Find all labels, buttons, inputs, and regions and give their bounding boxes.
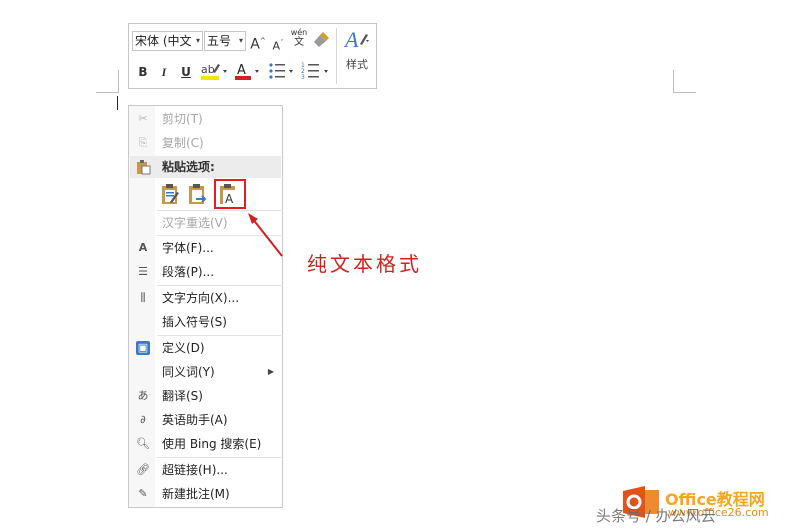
font-color-button[interactable]: A bbox=[233, 60, 263, 80]
svg-text:3: 3 bbox=[301, 74, 305, 81]
mini-toolbar: 宋体 (中文 ▾ 五号 ▾ A^ Aˇ wén 文 A 样式 B I U ab … bbox=[128, 23, 377, 89]
italic-button[interactable]: I bbox=[155, 62, 173, 82]
font-color-icon: A bbox=[235, 63, 259, 80]
paste-options-header: 粘贴选项: bbox=[130, 156, 281, 178]
menu-item-english-assistant[interactable]: ∂ 英语助手(A) bbox=[129, 409, 282, 431]
context-menu: ✂ 剪切(T) ⎘ 复制(C) 粘贴选项: A 汉字重选(V) A 字体(F).… bbox=[128, 105, 283, 508]
highlighter-icon: ab bbox=[201, 63, 227, 80]
styles-button[interactable]: A 样式 bbox=[339, 26, 375, 82]
font-size-value: 五号 bbox=[207, 34, 232, 48]
submenu-arrow-icon: ▶ bbox=[267, 367, 274, 376]
paste-keep-formatting-button[interactable] bbox=[160, 182, 182, 206]
scissors-icon: ✂ bbox=[138, 112, 148, 125]
copy-icon: ⎘ bbox=[138, 136, 148, 149]
svg-text:ab: ab bbox=[201, 63, 215, 76]
watermark-overlay: 头条号 / 办公风云 bbox=[596, 507, 716, 525]
menu-item-define[interactable]: ▣ 定义(D) bbox=[129, 337, 282, 359]
paste-merge-icon bbox=[189, 184, 207, 204]
styles-icon: A bbox=[343, 27, 369, 52]
bullet-list-icon bbox=[269, 63, 293, 79]
paintbrush-icon bbox=[314, 32, 329, 47]
menu-separator bbox=[157, 457, 281, 458]
menu-item-insert-symbol[interactable]: 插入符号(S) bbox=[129, 311, 282, 333]
underline-button[interactable]: U bbox=[177, 62, 195, 82]
font-size-combobox[interactable]: 五号 ▾ bbox=[204, 31, 246, 51]
bold-button[interactable]: B bbox=[134, 62, 152, 82]
page-corner-top-left bbox=[96, 70, 119, 93]
menu-item-paragraph[interactable]: ☰ 段落(P)... bbox=[129, 261, 282, 283]
english-assistant-icon: ∂ bbox=[140, 413, 146, 426]
clipboard-icon bbox=[135, 159, 151, 175]
styles-label: 样式 bbox=[346, 58, 368, 71]
svg-text:A: A bbox=[237, 63, 246, 78]
hyperlink-icon: 🔗︎ bbox=[136, 463, 150, 476]
menu-item-bing-search[interactable]: 🔍︎ 使用 Bing 搜索(E) bbox=[129, 433, 282, 455]
annotation-arrow bbox=[248, 213, 283, 257]
toolbar-divider bbox=[336, 28, 337, 84]
paste-keep-source-icon bbox=[162, 184, 179, 204]
highlight-box bbox=[214, 179, 246, 209]
search-icon: 🔍︎ bbox=[136, 437, 150, 450]
font-name-value: 宋体 (中文 bbox=[135, 34, 192, 48]
menu-separator bbox=[157, 335, 281, 336]
menu-item-new-comment[interactable]: ✎ 新建批注(M) bbox=[129, 483, 282, 505]
grow-font-button[interactable]: A^ bbox=[249, 31, 267, 53]
text-direction-icon: ⫼ bbox=[140, 291, 146, 304]
chevron-down-icon: ▾ bbox=[238, 36, 243, 45]
define-book-icon: ▣ bbox=[136, 341, 150, 355]
text-cursor bbox=[117, 96, 118, 110]
format-painter-button[interactable] bbox=[312, 30, 332, 50]
highlight-button[interactable]: ab bbox=[199, 60, 229, 80]
annotation-label: 纯文本格式 bbox=[307, 252, 422, 276]
shrink-font-button[interactable]: Aˇ bbox=[270, 33, 286, 53]
font-name-combobox[interactable]: 宋体 (中文 ▾ bbox=[132, 31, 203, 51]
menu-item-synonyms[interactable]: 同义词(Y) ▶ bbox=[129, 361, 282, 383]
bullets-button[interactable] bbox=[267, 60, 297, 80]
menu-item-cut[interactable]: ✂ 剪切(T) bbox=[129, 108, 282, 130]
translate-icon: あ bbox=[137, 389, 149, 402]
svg-text:A: A bbox=[343, 27, 359, 52]
menu-item-text-direction[interactable]: ⫼ 文字方向(X)... bbox=[129, 287, 282, 309]
numbered-list-icon: 1 2 3 bbox=[301, 62, 328, 81]
menu-item-translate[interactable]: あ 翻译(S) bbox=[129, 385, 282, 407]
font-icon: A bbox=[138, 241, 148, 254]
paste-merge-formatting-button[interactable] bbox=[187, 182, 209, 206]
phonetic-guide-button[interactable]: wén 文 bbox=[289, 28, 309, 48]
menu-separator bbox=[157, 285, 281, 286]
chevron-down-icon: ▾ bbox=[195, 36, 200, 45]
page-corner-top-right bbox=[673, 70, 696, 93]
menu-item-copy[interactable]: ⎘ 复制(C) bbox=[129, 132, 282, 154]
numbering-button[interactable]: 1 2 3 bbox=[300, 60, 332, 81]
paragraph-icon: ☰ bbox=[138, 265, 148, 278]
comment-icon: ✎ bbox=[138, 487, 148, 500]
menu-item-hyperlink[interactable]: 🔗︎ 超链接(H)... bbox=[129, 459, 282, 481]
